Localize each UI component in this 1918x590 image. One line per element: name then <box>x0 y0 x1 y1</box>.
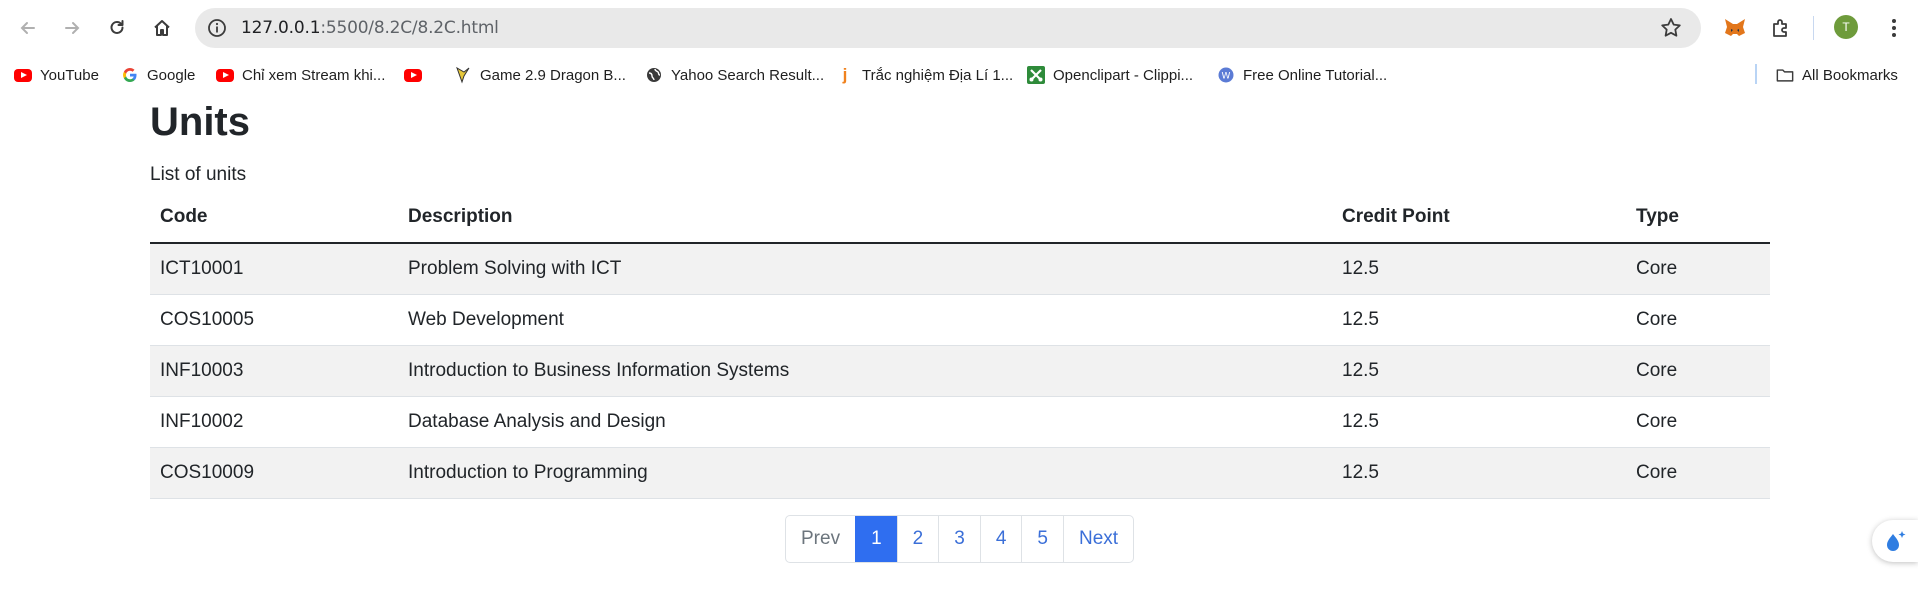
cell-type: Core <box>1626 396 1770 448</box>
pagination: Prev 1 2 3 4 5 Next <box>785 515 1135 563</box>
toolbar-divider <box>1813 16 1814 40</box>
cell-description: Introduction to Business Information Sys… <box>398 345 1332 397</box>
header-code: Code <box>150 192 398 244</box>
openclipart-icon <box>1027 66 1045 84</box>
cell-code: INF10002 <box>150 396 398 448</box>
site-info-icon[interactable] <box>207 18 227 43</box>
dragon-icon <box>454 66 472 84</box>
metamask-extension-icon[interactable] <box>1719 12 1751 44</box>
profile-avatar[interactable]: T <box>1834 15 1858 39</box>
pagination-page-5[interactable]: 5 <box>1021 516 1063 562</box>
table-header-row: Code Description Credit Point Type <box>150 192 1770 244</box>
back-button[interactable] <box>12 12 44 44</box>
table-row: COS10005 Web Development 12.5 Core <box>150 294 1770 346</box>
pagination-page-2[interactable]: 2 <box>896 516 939 562</box>
header-credit-point: Credit Point <box>1332 192 1626 244</box>
table-row: COS10009 Introduction to Programming 12.… <box>150 447 1770 499</box>
bookmark-label: Google <box>147 66 196 84</box>
cell-type: Core <box>1626 345 1770 397</box>
cell-credit-point: 12.5 <box>1332 243 1626 295</box>
j-icon: j <box>842 65 848 84</box>
assistant-sparkle-button[interactable] <box>1872 520 1918 562</box>
table-row: INF10003 Introduction to Business Inform… <box>150 345 1770 397</box>
cell-type: Core <box>1626 447 1770 499</box>
url-path: :5500/8.2C/8.2C.html <box>320 18 499 38</box>
arrow-left-icon <box>20 22 35 34</box>
reload-button[interactable] <box>101 12 133 44</box>
home-button[interactable] <box>146 12 178 44</box>
cell-description: Introduction to Programming <box>398 447 1332 499</box>
globe-icon <box>645 66 663 84</box>
bookmarks-bar: YouTube Google Chỉ xem Stream khi... Gam… <box>0 56 1918 92</box>
bookmark-label: Chỉ xem Stream khi... <box>242 66 386 84</box>
w-icon: W <box>1217 66 1235 84</box>
all-bookmarks[interactable]: All Bookmarks <box>1776 64 1898 86</box>
bookmark-label: Free Online Tutorial... <box>1243 66 1388 84</box>
header-description: Description <box>398 192 1332 244</box>
cell-code: COS10009 <box>150 447 398 499</box>
bookmark-game[interactable]: Game 2.9 Dragon B... <box>454 64 626 86</box>
cell-credit-point: 12.5 <box>1332 396 1626 448</box>
cell-code: ICT10001 <box>150 243 398 295</box>
pagination-page-1[interactable]: 1 <box>855 516 897 562</box>
pagination-prev[interactable]: Prev <box>786 516 855 562</box>
bookmark-stream[interactable]: Chỉ xem Stream khi... <box>216 64 385 86</box>
cell-type: Core <box>1626 294 1770 346</box>
youtube-icon <box>14 66 32 84</box>
page-subtitle: List of units <box>150 164 247 185</box>
bookmark-tutorials[interactable]: W Free Online Tutorial... <box>1217 64 1387 86</box>
bookmark-label: Trắc nghiệm Địa Lí 1... <box>862 66 1014 84</box>
pagination-page-3[interactable]: 3 <box>938 516 980 562</box>
cell-description: Web Development <box>398 294 1332 346</box>
bookmarks-divider <box>1755 64 1757 84</box>
bookmark-openclipart[interactable]: Openclipart - Clippi... <box>1027 64 1193 86</box>
bookmark-youtube-2[interactable] <box>404 64 422 86</box>
google-icon <box>121 66 139 84</box>
url-host: 127.0.0.1 <box>241 18 321 38</box>
cell-description: Problem Solving with ICT <box>398 243 1332 295</box>
browser-toolbar: 127.0.0.1:5500/8.2C/8.2C.html T <box>0 0 1918 56</box>
arrow-right-icon <box>65 22 80 34</box>
bookmark-label: Openclipart - Clippi... <box>1053 66 1194 84</box>
menu-kebab-icon[interactable] <box>1878 12 1910 44</box>
pagination-next[interactable]: Next <box>1062 516 1133 562</box>
bookmark-yahoo[interactable]: Yahoo Search Result... <box>645 64 824 86</box>
cell-credit-point: 12.5 <box>1332 345 1626 397</box>
svg-text:W: W <box>1222 72 1231 82</box>
bookmark-star-icon[interactable] <box>1659 16 1683 45</box>
bookmark-google[interactable]: Google <box>121 64 195 86</box>
table-row: INF10002 Database Analysis and Design 12… <box>150 396 1770 448</box>
page-title: Units <box>150 100 250 144</box>
cell-credit-point: 12.5 <box>1332 447 1626 499</box>
bookmark-label: Yahoo Search Result... <box>671 66 825 84</box>
address-bar[interactable]: 127.0.0.1:5500/8.2C/8.2C.html <box>195 8 1701 48</box>
units-table: Code Description Credit Point Type ICT10… <box>150 192 1770 499</box>
bookmark-label: YouTube <box>40 66 99 84</box>
sparkle-drop-icon <box>1887 531 1906 551</box>
cell-type: Core <box>1626 243 1770 295</box>
bookmark-label: Game 2.9 Dragon B... <box>480 66 626 84</box>
bookmark-trac-nghiem[interactable]: j Trắc nghiệm Địa Lí 1... <box>836 64 1014 86</box>
pagination-page-4[interactable]: 4 <box>979 516 1022 562</box>
header-type: Type <box>1626 192 1770 244</box>
all-bookmarks-label: All Bookmarks <box>1802 66 1898 84</box>
youtube-icon <box>216 66 234 84</box>
cell-credit-point: 12.5 <box>1332 294 1626 346</box>
reload-icon <box>110 20 124 34</box>
table-row: ICT10001 Problem Solving with ICT 12.5 C… <box>150 243 1770 295</box>
cell-description: Database Analysis and Design <box>398 396 1332 448</box>
extensions-puzzle-icon[interactable] <box>1765 12 1797 44</box>
cell-code: COS10005 <box>150 294 398 346</box>
folder-icon <box>1776 66 1794 84</box>
cell-code: INF10003 <box>150 345 398 397</box>
bookmark-youtube[interactable]: YouTube <box>14 64 99 86</box>
url-text: 127.0.0.1:5500/8.2C/8.2C.html <box>241 18 499 38</box>
youtube-icon <box>404 66 422 84</box>
home-icon <box>154 20 170 36</box>
forward-button[interactable] <box>56 12 88 44</box>
